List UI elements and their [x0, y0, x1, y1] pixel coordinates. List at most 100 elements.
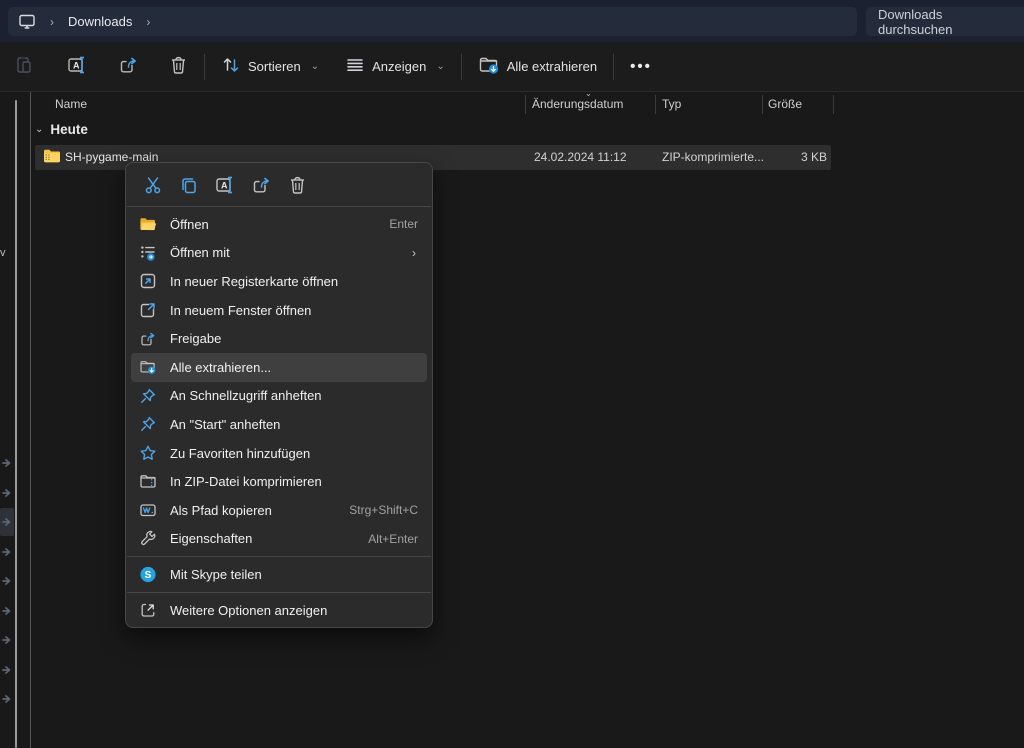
- copy-path-icon: [139, 501, 157, 519]
- address-bar[interactable]: › Downloads ›: [8, 7, 857, 36]
- menu-item-zu-favoriten-hinzufügen[interactable]: Zu Favoriten hinzufügen: [131, 439, 427, 468]
- rename-icon: A: [215, 175, 236, 198]
- menu-item-öffnen[interactable]: ÖffnenEnter: [131, 210, 427, 239]
- sort-label: Sortieren: [248, 59, 301, 74]
- tree-expand-arrow-icon[interactable]: [2, 665, 12, 675]
- breadcrumb-location[interactable]: Downloads: [68, 14, 132, 29]
- group-header-today[interactable]: ⌄ Heute: [35, 122, 88, 137]
- show-more-icon: [139, 601, 157, 619]
- chevron-right-icon: ›: [50, 15, 54, 29]
- share-button[interactable]: [246, 172, 276, 200]
- menu-item-an-schnellzugriff-anheften[interactable]: An Schnellzugriff anheften: [131, 382, 427, 411]
- delete-icon: [169, 55, 188, 78]
- submenu-chevron-icon: ›: [412, 246, 416, 260]
- skype-icon: S: [139, 565, 157, 583]
- group-label: Heute: [50, 122, 88, 137]
- column-divider[interactable]: [655, 95, 656, 114]
- extract-all-button[interactable]: Alle extrahieren: [470, 49, 605, 84]
- svg-text:A: A: [221, 180, 228, 190]
- menu-item-an-start-anheften[interactable]: An "Start" anheften: [131, 410, 427, 439]
- tree-expand-arrow-icon[interactable]: [2, 547, 12, 557]
- zip-compress-icon: [139, 473, 157, 491]
- context-menu: A ÖffnenEnterÖffnen mit› In neuer Registe…: [125, 162, 433, 628]
- nav-scrollbar[interactable]: [15, 100, 17, 748]
- extract-icon: [139, 358, 157, 376]
- menu-item-label: Zu Favoriten hinzufügen: [170, 446, 418, 461]
- share-icon: [118, 55, 139, 78]
- toolbar-separator: [613, 54, 614, 80]
- tree-expand-arrow-icon[interactable]: [2, 517, 12, 527]
- tree-expand-arrow-icon[interactable]: [2, 576, 12, 586]
- tree-expand-arrow-icon[interactable]: [2, 635, 12, 645]
- file-date: 24.02.2024 11:12: [534, 150, 627, 164]
- menu-separator: [127, 206, 431, 207]
- menu-item-label: In neuem Fenster öffnen: [170, 303, 418, 318]
- chevron-right-icon[interactable]: ›: [146, 15, 150, 29]
- delete-button[interactable]: [161, 49, 196, 84]
- menu-item-öffnen-mit[interactable]: Öffnen mit›: [131, 239, 427, 268]
- menu-item-mit-skype-teilen[interactable]: S Mit Skype teilen: [131, 560, 427, 589]
- menu-item-label: In ZIP-Datei komprimieren: [170, 474, 418, 489]
- menu-item-in-neuer-registerkarte-öffnen[interactable]: In neuer Registerkarte öffnen: [131, 267, 427, 296]
- menu-item-weitere-optionen-anzeigen[interactable]: Weitere Optionen anzeigen: [131, 596, 427, 625]
- delete-icon: [288, 175, 307, 198]
- column-header-type[interactable]: Typ: [662, 97, 681, 111]
- share-button[interactable]: [110, 49, 147, 84]
- menu-item-in-neuem-fenster-öffnen[interactable]: In neuem Fenster öffnen: [131, 296, 427, 325]
- share-icon: [139, 330, 157, 348]
- nav-clipped-text: v: [0, 247, 6, 259]
- column-header-size[interactable]: Größe: [768, 97, 802, 111]
- menu-item-label: An Schnellzugriff anheften: [170, 388, 418, 403]
- copy-button[interactable]: [174, 172, 204, 200]
- chevron-down-icon: ⌄: [311, 61, 319, 72]
- view-button[interactable]: Anzeigen ⌄: [337, 50, 453, 83]
- column-divider[interactable]: [833, 95, 834, 114]
- cut-button[interactable]: [138, 172, 168, 200]
- tree-expand-arrow-icon[interactable]: [2, 694, 12, 704]
- menu-item-in-zip-datei-komprimieren[interactable]: In ZIP-Datei komprimieren: [131, 467, 427, 496]
- paste-button[interactable]: [6, 49, 42, 84]
- tree-expand-arrow-icon[interactable]: [2, 458, 12, 468]
- menu-item-freigabe[interactable]: Freigabe: [131, 324, 427, 353]
- rename-button[interactable]: A: [210, 172, 240, 200]
- command-toolbar: A Sortieren ⌄ Anzeigen ⌄ Alle extrahiere…: [0, 42, 1024, 92]
- toolbar-separator: [204, 54, 205, 80]
- column-divider[interactable]: [762, 95, 763, 114]
- column-header-name[interactable]: Name: [55, 97, 87, 111]
- menu-item-label: Als Pfad kopieren: [170, 503, 349, 518]
- menu-item-label: In neuer Registerkarte öffnen: [170, 274, 418, 289]
- pane-separator[interactable]: [30, 92, 31, 748]
- menu-item-als-pfad-kopieren[interactable]: Als Pfad kopierenStrg+Shift+C: [131, 496, 427, 525]
- chevron-down-icon[interactable]: ⌄: [35, 124, 43, 135]
- paste-icon: [14, 55, 34, 78]
- tree-expand-arrow-icon[interactable]: [2, 488, 12, 498]
- this-pc-monitor-icon[interactable]: [18, 14, 36, 30]
- menu-item-label: Mit Skype teilen: [170, 567, 418, 582]
- delete-button[interactable]: [282, 172, 312, 200]
- menu-item-label: Öffnen: [170, 217, 389, 232]
- see-more-button[interactable]: •••: [622, 52, 660, 81]
- menu-item-label: Eigenschaften: [170, 531, 368, 546]
- chevron-down-icon: ⌄: [436, 61, 444, 72]
- pin-icon: [139, 415, 157, 433]
- search-placeholder: Downloads durchsuchen: [878, 7, 1020, 37]
- properties-wrench-icon: [139, 530, 157, 548]
- search-input[interactable]: Downloads durchsuchen: [866, 7, 1024, 36]
- share-icon: [251, 175, 272, 198]
- menu-item-alle-extrahieren[interactable]: Alle extrahieren...: [131, 353, 427, 382]
- column-divider[interactable]: [525, 95, 526, 114]
- ellipsis-icon: •••: [630, 58, 652, 75]
- toolbar-separator: [461, 54, 462, 80]
- menu-item-eigenschaften[interactable]: EigenschaftenAlt+Enter: [131, 525, 427, 554]
- copy-icon: [179, 175, 199, 198]
- rename-button[interactable]: A: [59, 49, 96, 84]
- menu-item-label: Alle extrahieren...: [170, 360, 418, 375]
- sort-icon: [221, 56, 241, 77]
- menu-item-shortcut: Strg+Shift+C: [349, 503, 418, 517]
- star-icon: [139, 444, 157, 462]
- view-icon: [345, 56, 365, 77]
- sort-button[interactable]: Sortieren ⌄: [213, 50, 327, 83]
- tree-expand-arrow-icon[interactable]: [2, 606, 12, 616]
- column-header-date[interactable]: Änderungsdatum: [532, 97, 623, 111]
- svg-text:S: S: [145, 570, 152, 581]
